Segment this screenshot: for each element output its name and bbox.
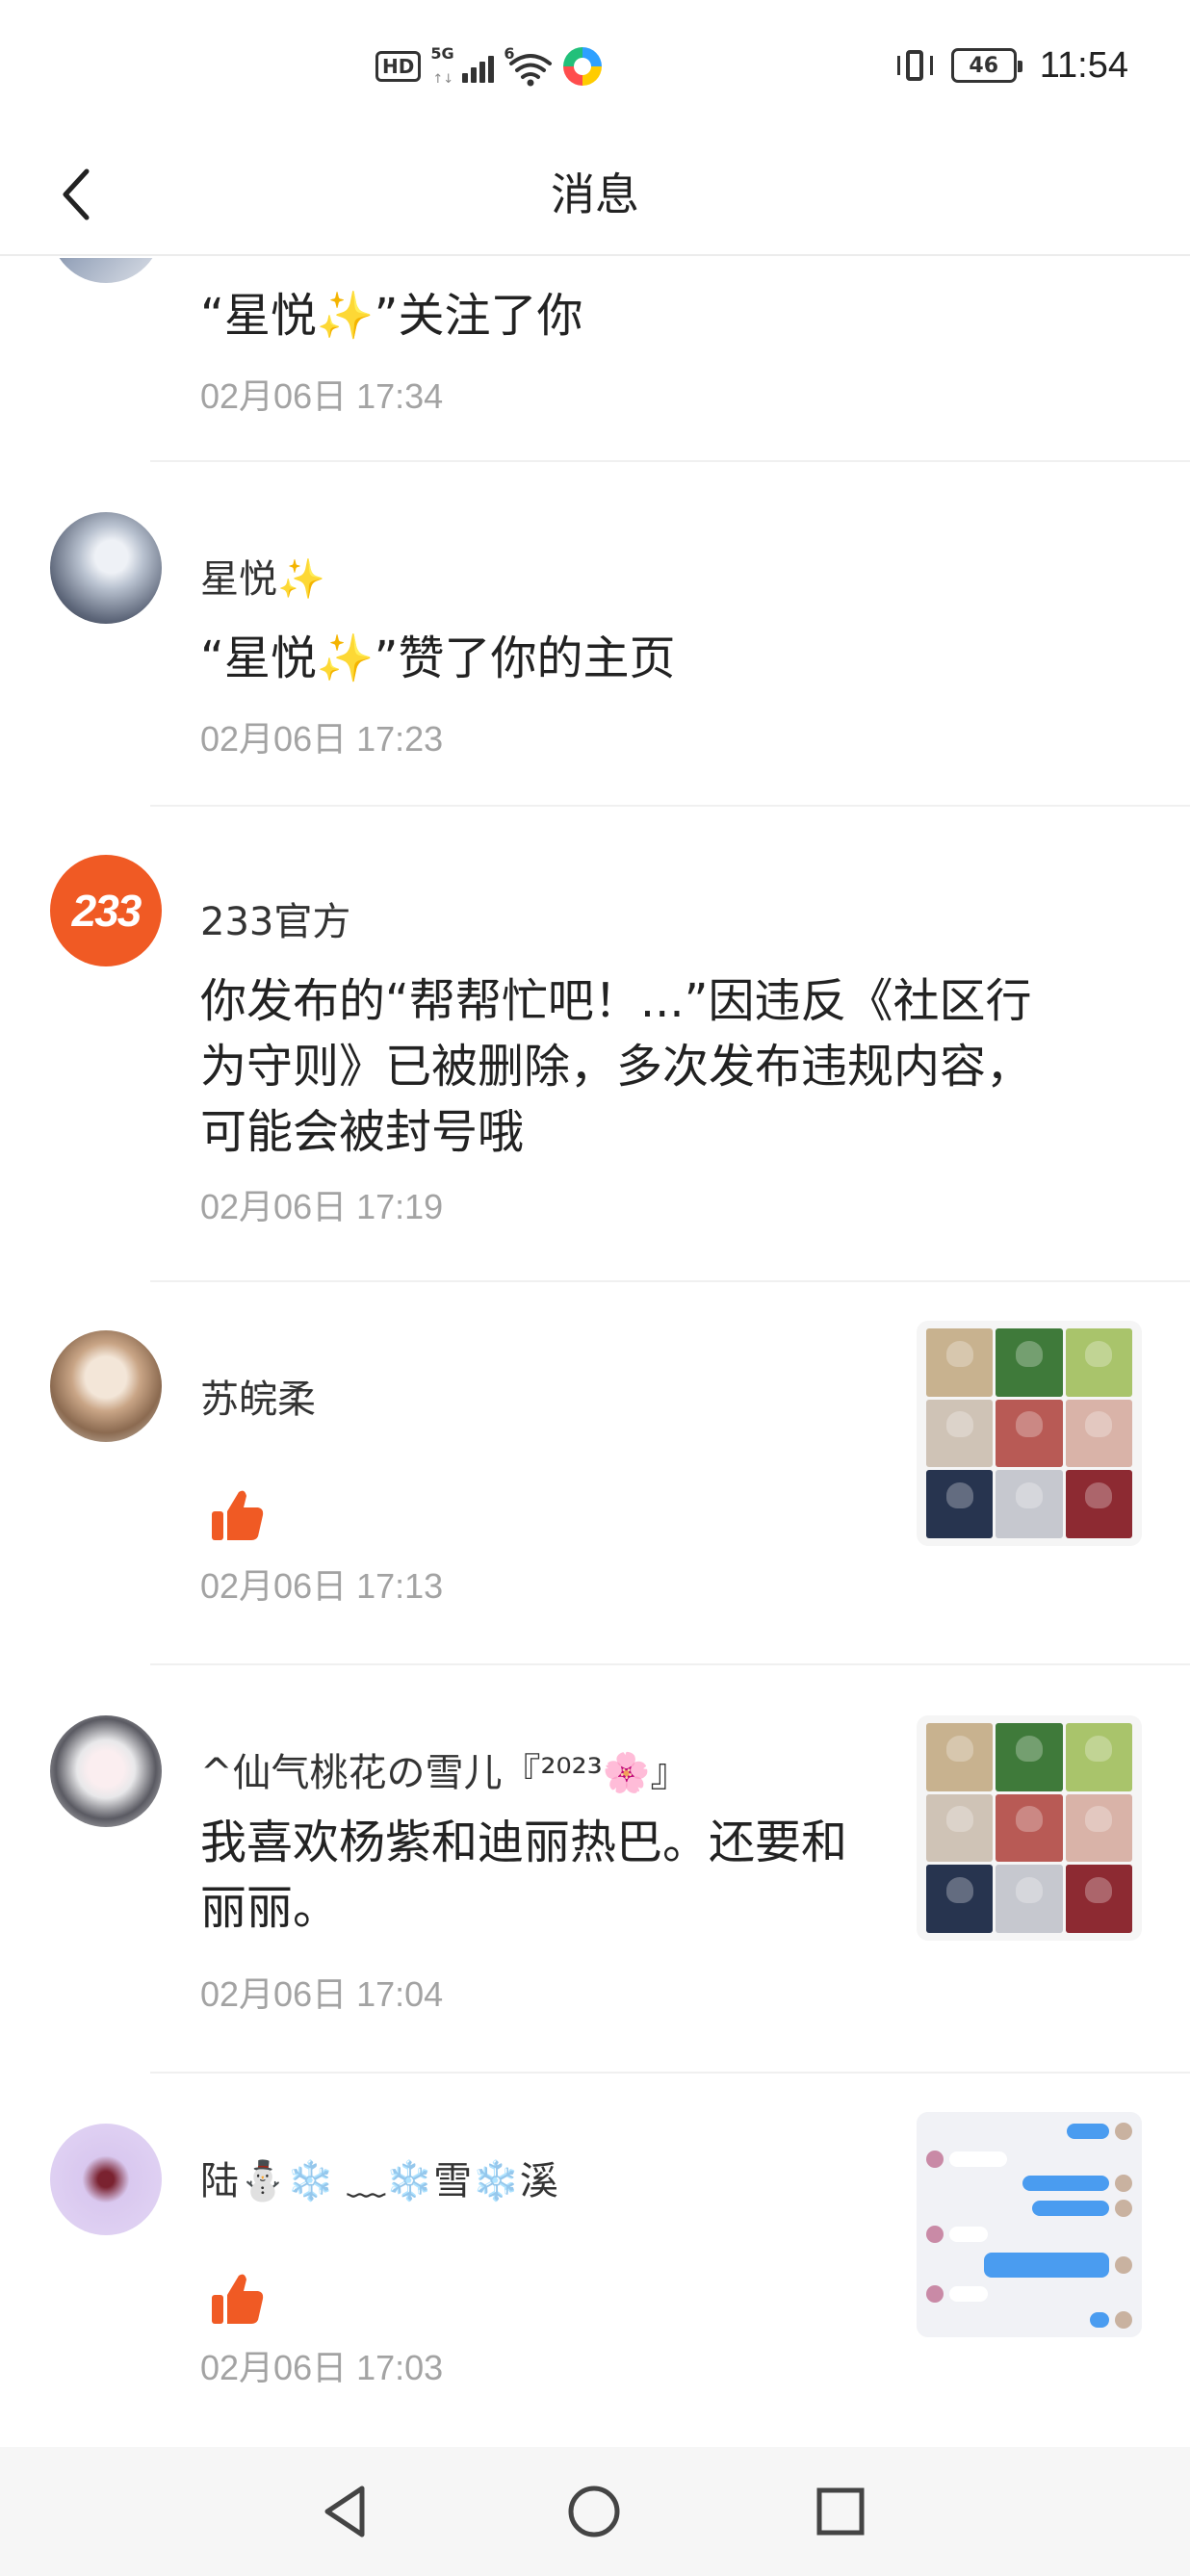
thumbs-up-icon [212,2274,264,2324]
official-avatar[interactable]: 233 [50,855,162,966]
message-content: 我喜欢杨紫和迪丽热巴。还要和丽丽。 [200,1816,848,1935]
message-list[interactable]: “星悦✨”关注了你 02月06日 17:34 星悦✨ “星悦✨”赞了你的主页 0… [0,258,1190,2447]
list-item[interactable]: 陆⛄❄️ ﹏❄️雪❄️溪 02月06日 17:03 [0,2074,1190,2447]
wifi-label: 6 [504,44,515,63]
cellular-signal-icon: 5G ↑↓ [430,44,495,89]
official-avatar-text: 233 [71,886,142,936]
hd-icon: HD [375,51,422,82]
avatar[interactable] [50,2124,162,2235]
username[interactable]: 233官方 [200,895,350,949]
message-time: 02月06日 17:19 [200,1187,444,1226]
app-header: 消息 [0,133,1190,256]
message-time: 02月06日 17:34 [200,376,444,416]
battery-icon: 46 [950,48,1022,83]
data-activity-icon: ↑↓ [432,72,454,87]
list-item[interactable]: 星悦✨ “星悦✨”赞了你的主页 02月06日 17:23 [0,462,1190,807]
nav-home-button[interactable] [553,2470,635,2553]
status-bar: HD 5G ↑↓ 6 46 11:54 [0,0,1190,133]
page-title: 消息 [551,168,639,220]
username[interactable]: ^仙气桃花の雪儿『²⁰²³🌸』 [200,1746,688,1800]
avatar[interactable] [50,512,162,624]
username[interactable]: 苏皖柔 [200,1373,316,1427]
screen: HD 5G ↑↓ 6 46 11:54 消息 “星悦✨”关注了你 02月06日 … [0,0,1190,2576]
triangle-back-icon [324,2486,365,2537]
battery-level: 46 [969,53,999,78]
message-time: 02月06日 17:13 [200,1566,444,1606]
message-content: “星悦✨”赞了你的主页 [200,631,676,685]
post-thumbnail[interactable] [917,1321,1142,1546]
avatar[interactable] [50,1330,162,1442]
avatar[interactable] [50,258,162,283]
username[interactable]: 星悦✨ [200,553,325,606]
message-time: 02月06日 17:03 [200,2348,444,2387]
status-right: 46 11:54 [895,39,1128,92]
list-item[interactable]: 苏皖柔 02月06日 17:13 [0,1282,1190,1665]
message-content: “星悦✨”关注了你 [200,289,583,343]
square-recent-icon [816,2487,865,2536]
vibrate-icon [895,46,934,85]
circle-home-icon [568,2486,620,2537]
network-type-label: 5G [430,44,454,63]
clock: 11:54 [1039,44,1128,86]
wifi-icon: 6 [504,44,554,89]
username[interactable]: 陆⛄❄️ ﹏❄️雪❄️溪 [200,2154,558,2208]
list-item[interactable]: ^仙气桃花の雪儿『²⁰²³🌸』 我喜欢杨紫和迪丽热巴。还要和丽丽。 02月06日… [0,1665,1190,2074]
list-item[interactable]: 233 233官方 你发布的“帮帮忙吧！...”因违反《社区行为守则》已被删除，… [0,807,1190,1282]
post-thumbnail[interactable] [917,2112,1142,2337]
avatar[interactable] [50,1715,162,1827]
message-time: 02月06日 17:04 [200,1974,444,2014]
status-indicators: HD 5G ↑↓ 6 [375,42,603,90]
system-navigation-bar [0,2447,1190,2576]
post-thumbnail[interactable] [917,1715,1142,1941]
thumbs-up-icon [212,1490,264,1540]
message-content: 你发布的“帮帮忙吧！...”因违反《社区行为守则》已被删除，多次发布违规内容，可… [200,974,1033,1159]
nav-recent-button[interactable] [799,2470,882,2553]
app-notification-icon [563,47,603,86]
nav-back-button[interactable] [304,2470,387,2553]
message-time: 02月06日 17:23 [200,719,444,759]
list-item[interactable]: “星悦✨”关注了你 02月06日 17:34 [0,258,1190,462]
